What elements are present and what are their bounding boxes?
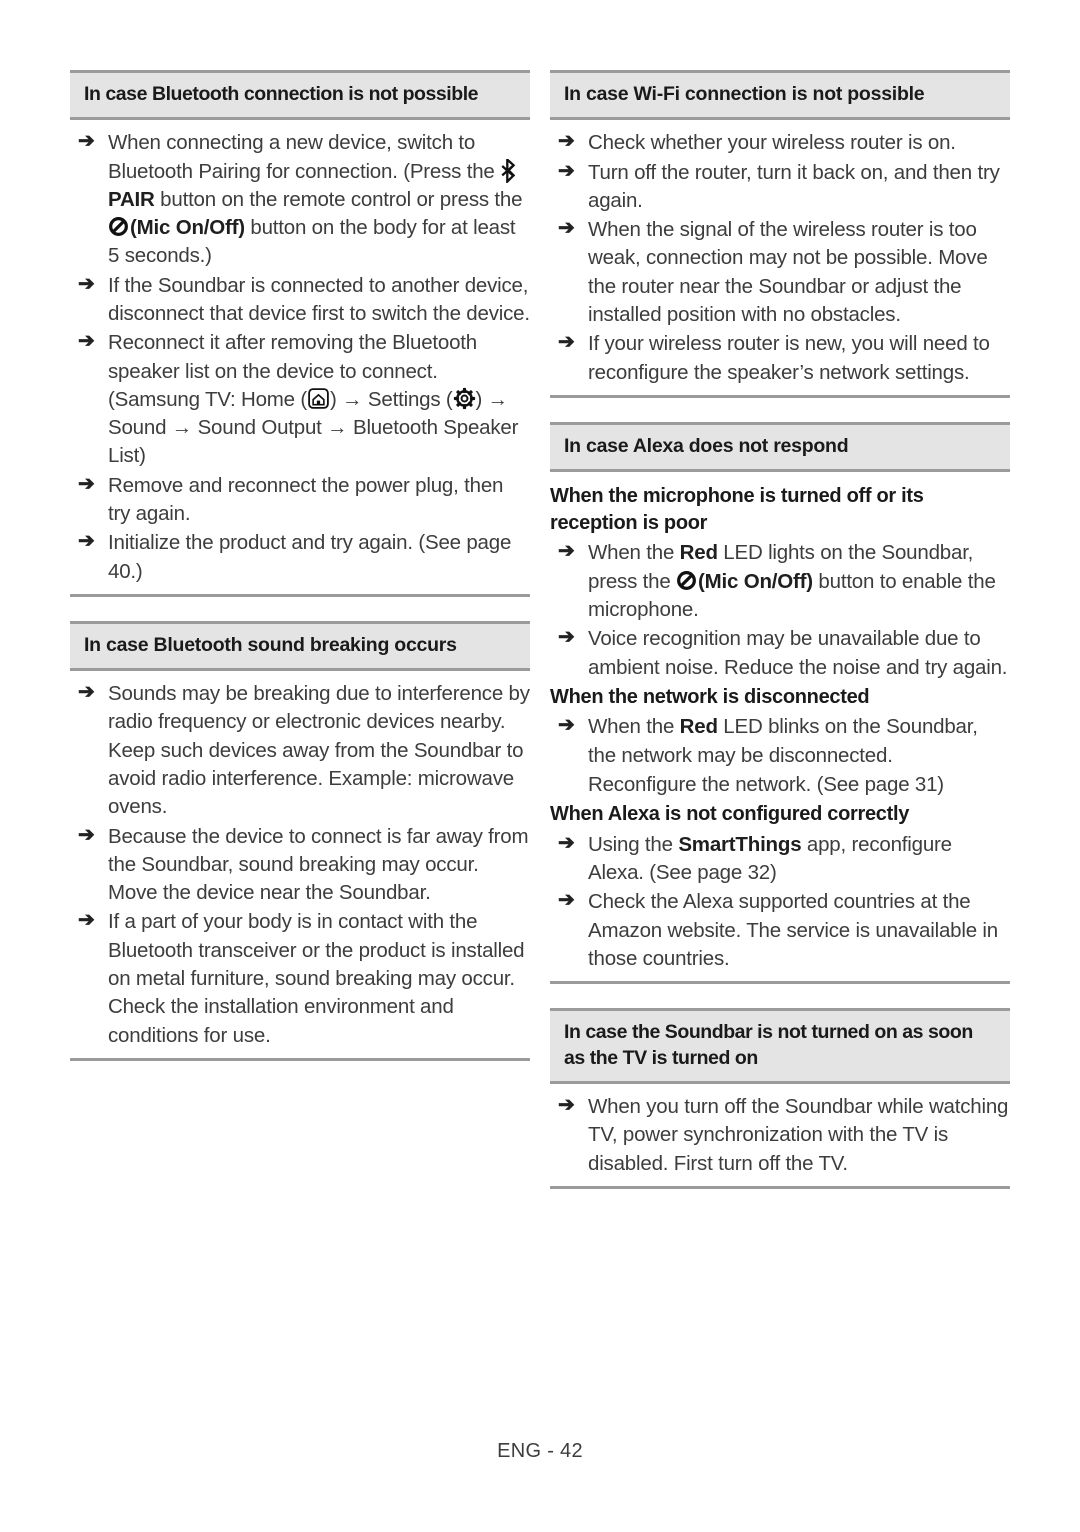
bullet-text: If the Soundbar is connected to another … [108, 273, 530, 326]
arrow-bullet-icon: ➔ [558, 714, 575, 737]
arrow-bullet-icon: ➔ [78, 530, 95, 553]
bullet-item: ➔ When you turn off the Soundbar while wa… [550, 1093, 1010, 1178]
bullet-text: When the Red LED lights on the Soundbar,… [588, 541, 996, 621]
bullet-text: When the Red LED blinks on the Soundbar,… [588, 715, 978, 767]
sub-heading: When Alexa is not configured correctly [550, 803, 910, 826]
arrow-bullet-icon: ➔ [78, 330, 95, 353]
mic-on-off-icon [108, 216, 129, 237]
section-body-alexa-no-respond: When the microphone is turned off or its… [550, 472, 1010, 973]
bullet-text: If a part of your body is in contact wit… [108, 910, 525, 1047]
bullet-text: Initialize the product and try again. (S… [108, 531, 512, 583]
section-body-soundbar-not-turned-on: ➔ When you turn off the Soundbar while wa… [550, 1084, 1010, 1178]
bullet-item: ➔ Reconnect it after removing the Bluetoo… [70, 329, 530, 470]
bullet-text: Check whether your wireless router is on… [588, 131, 956, 155]
bullet-item: ➔ Because the device to connect is far aw… [70, 823, 530, 908]
bullet-text: When connecting a new device, switch to … [108, 131, 523, 268]
section-heading-alexa-no-respond: In case Alexa does not respond [550, 421, 1010, 473]
home-icon [307, 387, 330, 410]
bullet-item: ➔ Turn off the router, turn it back on, a… [550, 159, 1010, 216]
bullet-text: Reconnect it after removing the Bluetoot… [108, 331, 519, 468]
bullet-text: When the signal of the wireless router i… [588, 218, 988, 327]
bullet-item: ➔ If a part of your body is in contact wi… [70, 908, 530, 1049]
arrow-bullet-icon: ➔ [78, 681, 95, 704]
bullet-list: ➔ Using the SmartThings app, reconfigure … [550, 831, 1010, 973]
bullet-item: ➔ Check whether your wireless router is o… [550, 129, 1010, 157]
page-number-label: ENG - 42 [497, 1440, 583, 1462]
bullet-item: ➔ When the signal of the wireless router … [550, 216, 1010, 329]
bullet-text: When you turn off the Soundbar while wat… [588, 1094, 1009, 1175]
bullet-text: Because the device to connect is far awa… [108, 824, 529, 905]
sub-heading: When the network is disconnected [550, 685, 870, 708]
bullet-item: ➔ Initialize the product and try again. (… [70, 529, 530, 586]
section-heading-bluetooth-sound-breaking: In case Bluetooth sound breaking occurs [70, 620, 530, 672]
bullet-item: ➔ If your wireless router is new, you wil… [550, 330, 1010, 387]
bullet-text: Using the SmartThings app, reconfigure A… [588, 832, 952, 885]
section-body-bluetooth-sound-breaking: ➔ Sounds may be breaking due to interfere… [70, 671, 530, 1050]
sub-heading: When the microphone is turned off or its… [550, 485, 924, 534]
bullet-item: ➔ When the Red LED blinks on the Soundbar… [550, 713, 1010, 770]
bullet-item: ➔ If the Soundbar is connected to another… [70, 272, 530, 329]
bullet-item: ➔ When connecting a new device, switch to… [70, 129, 530, 270]
gear-icon [453, 387, 476, 410]
arrow-bullet-icon: ➔ [78, 909, 95, 932]
bullet-text: Remove and reconnect the power plug, the… [108, 473, 504, 525]
bullet-text: Turn off the router, turn it back on, an… [588, 160, 1000, 212]
bullet-text: Voice recognition may be unavailable due… [588, 627, 1008, 679]
arrow-bullet-icon: ➔ [558, 540, 575, 563]
bullet-list: ➔ When the Red LED lights on the Soundbar… [550, 539, 1010, 681]
emphasis-text: Red [679, 715, 718, 739]
arrow-bullet-icon: ➔ [78, 823, 95, 846]
bullet-item: ➔ When the Red LED lights on the Soundbar… [550, 539, 1010, 624]
arrow-bullet-icon: ➔ [558, 831, 575, 854]
bullet-continuation-text: Reconfigure the network. (See page 31) [588, 772, 944, 796]
arrow-bullet-icon: ➔ [558, 1093, 575, 1116]
arrow-bullet-icon: ➔ [78, 272, 95, 295]
bullet-item: ➔ Sounds may be breaking due to interfere… [70, 680, 530, 821]
section-heading-bluetooth-connection: In case Bluetooth connection is not poss… [70, 70, 530, 121]
bullet-item: ➔ Check the Alexa supported countries at … [550, 888, 1010, 973]
section-heading-soundbar-not-turned-on: In case the Soundbar is not turned on as… [550, 1008, 1010, 1084]
two-column-layout: In case Bluetooth connection is not poss… [70, 70, 1010, 1213]
arrow-bullet-icon: ➔ [78, 472, 95, 495]
arrow-bullet-icon: ➔ [558, 331, 575, 354]
arrow-bullet-icon: ➔ [558, 626, 575, 649]
bullet-list: ➔ When connecting a new device, switch to… [70, 129, 530, 586]
manual-page: In case Bluetooth connection is not poss… [0, 0, 1080, 1532]
page-footer: ENG - 42 [0, 1440, 1080, 1463]
bullet-item: ➔ Voice recognition may be unavailable du… [550, 625, 1010, 682]
right-column: In case Wi-Fi connection is not possible… [550, 70, 1010, 1213]
bullet-text: Check the Alexa supported countries at t… [588, 890, 998, 970]
bullet-item: ➔ Remove and reconnect the power plug, th… [70, 472, 530, 529]
arrow-bullet-icon: ➔ [558, 130, 575, 153]
section-body-wifi-connection: ➔ Check whether your wireless router is o… [550, 120, 1010, 387]
section-body-bluetooth-connection: ➔ When connecting a new device, switch to… [70, 120, 530, 586]
bluetooth-icon [500, 158, 516, 183]
emphasis-text: (Mic On/Off) [698, 569, 813, 593]
arrow-bullet-icon: ➔ [558, 159, 575, 182]
bullet-text: Sounds may be breaking due to interferen… [108, 682, 530, 819]
arrow-bullet-icon: ➔ [78, 130, 95, 153]
emphasis-text: (Mic On/Off) [130, 216, 245, 240]
bullet-list: ➔ Sounds may be breaking due to interfere… [70, 680, 530, 1050]
bullet-list: ➔ Check whether your wireless router is o… [550, 129, 1010, 387]
left-column: In case Bluetooth connection is not poss… [70, 70, 530, 1085]
bullet-text: If your wireless router is new, you will… [588, 332, 990, 384]
emphasis-text: PAIR [108, 187, 155, 211]
bullet-list: ➔ When you turn off the Soundbar while wa… [550, 1093, 1010, 1178]
emphasis-text: SmartThings [678, 832, 802, 856]
bullet-item: ➔ Using the SmartThings app, reconfigure … [550, 831, 1010, 888]
arrow-bullet-icon: ➔ [558, 889, 575, 912]
mic-on-off-icon [676, 570, 697, 591]
arrow-bullet-icon: ➔ [558, 217, 575, 240]
bullet-list: ➔ When the Red LED blinks on the Soundbar… [550, 713, 1010, 799]
emphasis-text: Red [679, 541, 718, 565]
section-heading-wifi-connection: In case Wi-Fi connection is not possible [550, 70, 1010, 121]
